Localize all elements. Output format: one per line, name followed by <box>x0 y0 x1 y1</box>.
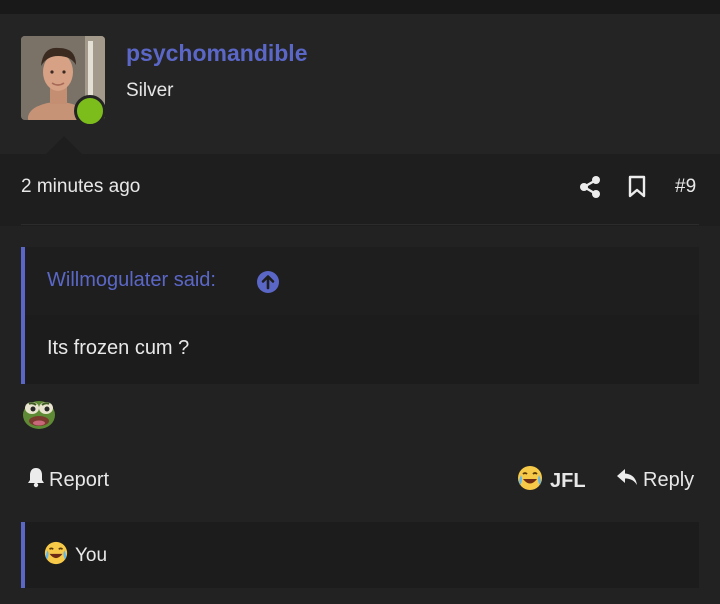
username[interactable]: psychomandible <box>126 40 307 67</box>
top-bar <box>0 0 720 14</box>
reply-arrow-icon <box>615 466 639 494</box>
post-meta-bar: 2 minutes ago #9 <box>0 154 720 226</box>
bookmark-icon[interactable] <box>627 175 647 204</box>
quote-header: Willmogulater said: <box>25 247 699 315</box>
post: psychomandible Silver 2 minutes ago #9 W… <box>0 14 720 604</box>
post-actions: Report JFL Reply <box>0 460 720 500</box>
post-author-header: psychomandible Silver <box>0 14 720 154</box>
jfl-reaction-button[interactable]: JFL <box>516 464 586 498</box>
message-pointer <box>46 136 82 154</box>
crying-laughing-emoji-icon <box>516 464 544 498</box>
jfl-label: JFL <box>550 469 586 492</box>
reply-label: Reply <box>643 468 695 491</box>
divider <box>21 224 699 225</box>
reply-button[interactable]: Reply <box>615 466 694 494</box>
share-icon[interactable] <box>579 175 601 204</box>
bell-icon <box>25 466 47 494</box>
quote-text: Its frozen cum ? <box>47 337 190 359</box>
report-label: Report <box>49 468 110 491</box>
quote-block: Willmogulater said: Its frozen cum ? <box>21 247 699 384</box>
crying-laughing-emoji-icon <box>43 540 69 572</box>
reactions-users: You <box>75 545 108 566</box>
arrow-up-circle-icon[interactable] <box>256 270 280 299</box>
report-button[interactable]: Report <box>25 466 109 494</box>
quote-author[interactable]: Willmogulater said: <box>47 269 216 292</box>
reactions-summary[interactable]: You <box>21 522 699 588</box>
pepe-emoji-icon <box>21 395 57 436</box>
post-number-link[interactable]: #9 <box>675 176 696 198</box>
post-timestamp[interactable]: 2 minutes ago <box>21 176 140 198</box>
online-status-indicator <box>74 95 106 127</box>
user-rank: Silver <box>126 80 174 101</box>
